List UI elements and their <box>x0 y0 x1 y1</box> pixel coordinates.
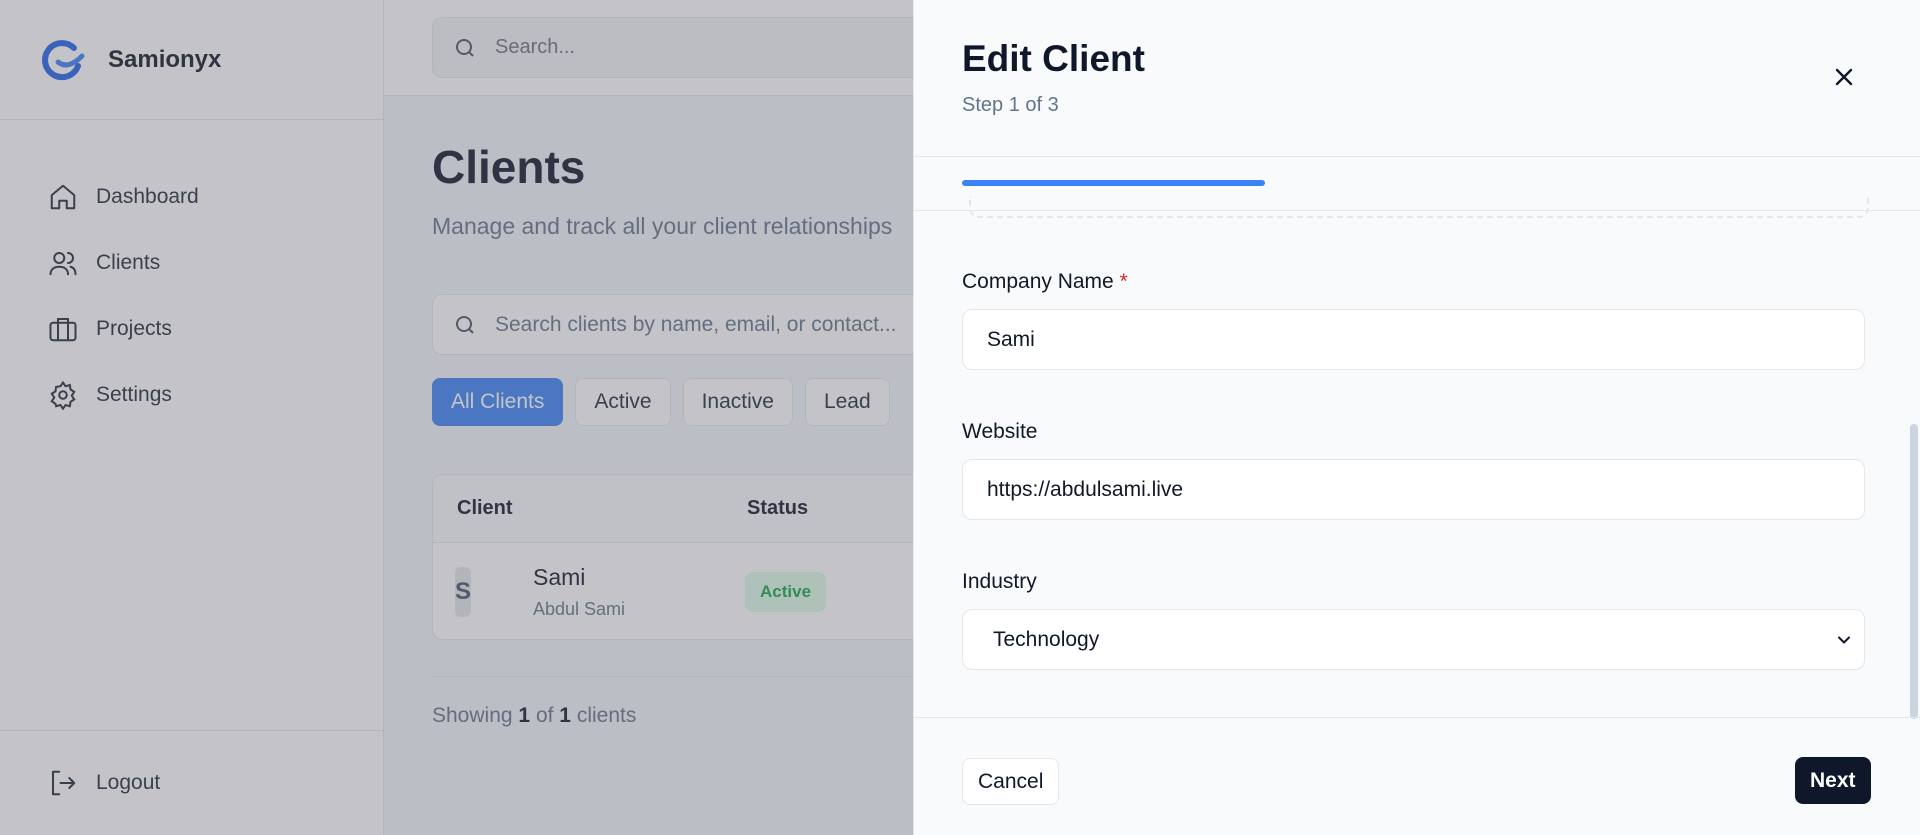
drawer-title: Edit Client <box>962 38 1145 79</box>
industry-select[interactable]: Technology <box>962 609 1865 670</box>
step-progress-bar <box>962 180 1872 186</box>
edit-client-drawer: Edit Client Step 1 of 3 Company Name * S… <box>913 0 1920 835</box>
industry-label: Industry <box>962 570 1037 593</box>
divider <box>914 210 1920 211</box>
company-name-label-text: Company Name <box>962 270 1114 293</box>
step-progress-fill <box>962 180 1266 186</box>
cancel-button[interactable]: Cancel <box>962 758 1060 805</box>
website-label: Website <box>962 420 1038 443</box>
drawer-footer: Cancel Next <box>914 717 1920 835</box>
chevron-down-icon <box>1838 636 1850 643</box>
drawer-step-indicator: Step 1 of 3 <box>962 94 1059 116</box>
close-button[interactable] <box>1829 62 1859 92</box>
industry-selected-value: Technology <box>993 627 1100 651</box>
close-icon <box>1835 68 1853 86</box>
company-name-input[interactable]: Sami <box>962 309 1865 370</box>
drawer-scrollbar[interactable] <box>1910 424 1918 719</box>
required-marker: * <box>1119 270 1128 293</box>
drawer-header: Edit Client Step 1 of 3 <box>914 0 1920 157</box>
logo-upload-dropzone[interactable] <box>969 196 1869 218</box>
company-name-label: Company Name * <box>962 270 1128 294</box>
website-input[interactable]: https://abdulsami.live <box>962 459 1865 520</box>
next-button[interactable]: Next <box>1795 757 1871 804</box>
